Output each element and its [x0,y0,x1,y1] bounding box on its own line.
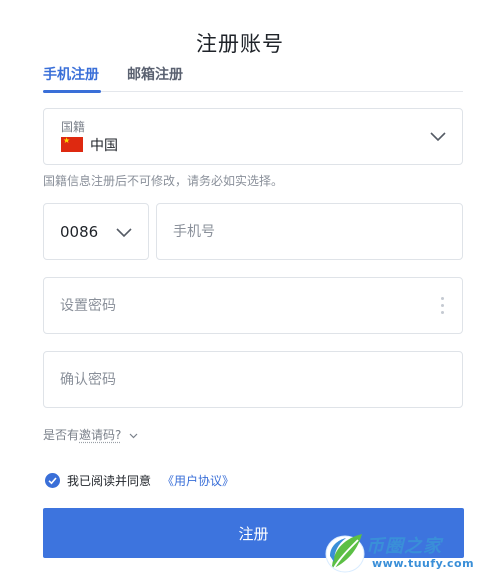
password-menu-icon[interactable] [441,297,445,315]
chevron-down-icon [430,132,446,142]
phone-field [156,203,463,260]
chevron-down-icon [116,228,132,238]
tab-phone-register[interactable]: 手机注册 [43,64,99,84]
phone-input[interactable] [157,204,462,259]
invite-code-link: 邀请码? [79,428,122,442]
confirm-password-input[interactable] [44,352,462,407]
register-tabs: 手机注册 邮箱注册 [43,62,463,93]
page-title: 注册账号 [196,32,284,56]
leaf-logo-icon [325,534,365,573]
country-value: 中国 [90,138,118,154]
password-field [43,277,463,334]
invite-code-toggle[interactable]: 是否有邀请码? [43,426,138,443]
active-tab-indicator [43,90,101,93]
check-icon [48,477,57,485]
invite-prefix: 是否有 [43,428,80,442]
country-code-value: 0086 [60,223,99,241]
china-flag-icon: ★ [61,137,83,152]
user-agreement-link[interactable]: 《用户协议》 [162,472,234,489]
chevron-down-icon [129,433,138,438]
watermark-name: 币圈之家 [366,536,442,557]
agreement-checkbox[interactable] [45,473,60,488]
country-code-select[interactable]: 0086 [43,203,149,260]
agreement-text: 我已阅读并同意 [67,474,152,488]
watermark: 币圈之家 www.tuufy.com [320,526,480,577]
tab-email-register[interactable]: 邮箱注册 [127,64,183,84]
country-label: 国籍 [61,120,86,134]
password-input[interactable] [44,278,462,333]
watermark-url: www.tuufy.com [372,557,475,570]
confirm-password-field [43,351,463,408]
country-select[interactable]: 国籍 ★ 中国 [43,108,463,165]
country-hint: 国籍信息注册后不可修改，请务必如实选择。 [43,174,284,188]
